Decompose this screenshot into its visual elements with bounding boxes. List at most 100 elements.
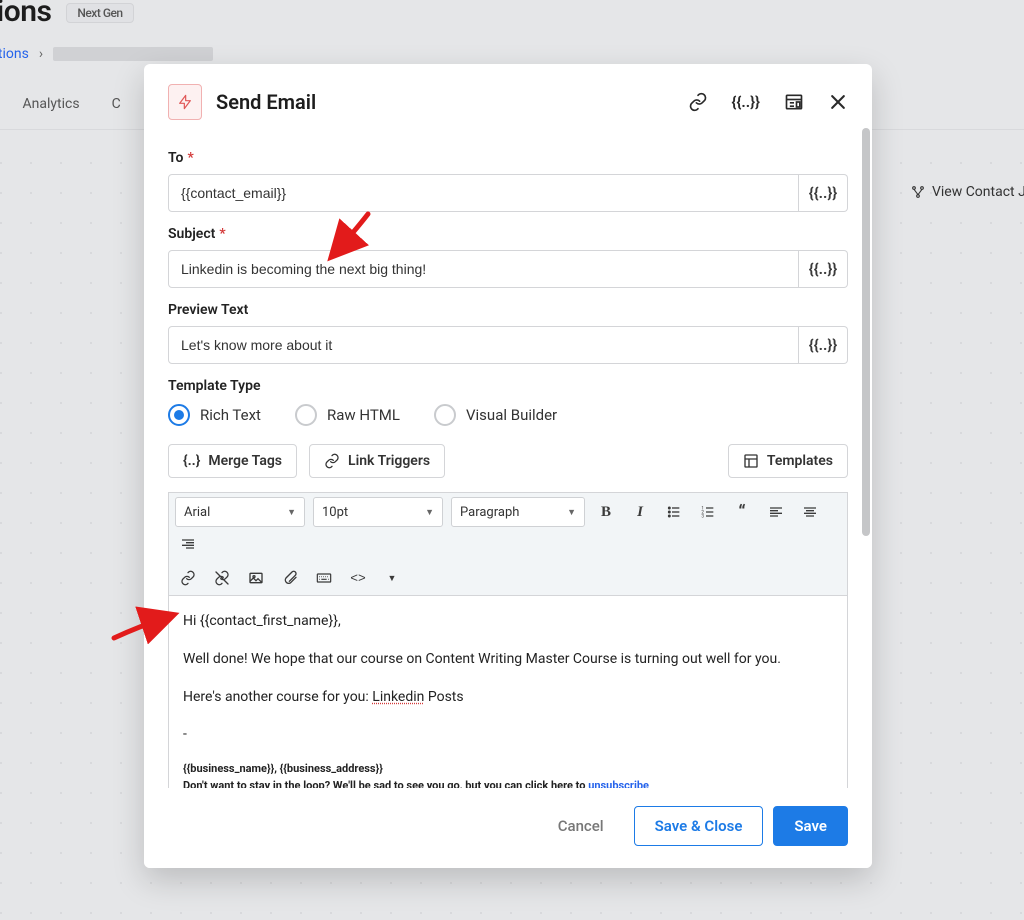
- radio-visual-builder-label: Visual Builder: [466, 406, 557, 424]
- modal-footer: Cancel Save & Close Save: [144, 788, 872, 868]
- to-input[interactable]: [168, 174, 799, 212]
- modal-title: Send Email: [216, 90, 674, 114]
- radio-checked-icon: [168, 404, 190, 426]
- blockquote-button[interactable]: “: [729, 499, 755, 525]
- required-star: *: [219, 226, 225, 242]
- save-button[interactable]: Save: [773, 806, 848, 846]
- subject-merge-tag-button[interactable]: {{..}}: [799, 250, 848, 288]
- radio-rich-text-label: Rich Text: [200, 406, 261, 424]
- more-tools-caret[interactable]: ▼: [379, 565, 405, 591]
- font-family-value: Arial: [184, 505, 210, 520]
- linkedin-word: Linkedin: [372, 689, 424, 705]
- newspaper-icon[interactable]: [784, 92, 804, 112]
- attachment-button[interactable]: [277, 565, 303, 591]
- to-merge-tag-button[interactable]: {{..}}: [799, 174, 848, 212]
- image-button[interactable]: [243, 565, 269, 591]
- email-line-3-prefix: Here's another course for you:: [183, 689, 372, 705]
- bold-button[interactable]: B: [593, 499, 619, 525]
- modal-header: Send Email {{..}}: [144, 64, 872, 130]
- breadcrumb[interactable]: omations ›: [0, 46, 213, 62]
- caret-down-icon: ▼: [567, 507, 576, 518]
- radio-unchecked-icon: [434, 404, 456, 426]
- breadcrumb-current-placeholder: [53, 47, 213, 61]
- code-view-button[interactable]: <>: [345, 565, 371, 591]
- view-contact-journey-link[interactable]: View Contact Journ: [910, 184, 1024, 200]
- align-left-button[interactable]: [763, 499, 789, 525]
- to-input-row: {{..}}: [168, 174, 848, 212]
- editor-toolbar: Arial ▼ 10pt ▼ Paragraph ▼ B I 123 “: [168, 492, 848, 595]
- editor-body[interactable]: Hi {{contact_first_name}}, Well done! We…: [168, 595, 848, 788]
- page-title-text: tomations: [0, 0, 51, 29]
- breadcrumb-link[interactable]: omations: [0, 46, 29, 62]
- merge-tag-glyph: {..}: [183, 453, 200, 469]
- subject-input[interactable]: [168, 250, 799, 288]
- bullet-list-button[interactable]: [661, 499, 687, 525]
- email-line-3: Here's another course for you: Linkedin …: [183, 686, 833, 710]
- radio-visual-builder[interactable]: Visual Builder: [434, 404, 557, 426]
- footer-line-2: Don't want to stay in the loop? We'll be…: [183, 778, 833, 788]
- template-type-label: Template Type: [168, 378, 848, 394]
- tab-other[interactable]: C: [110, 90, 123, 129]
- templates-label: Templates: [767, 453, 833, 469]
- number-list-button[interactable]: 123: [695, 499, 721, 525]
- font-size-value: 10pt: [322, 505, 348, 520]
- preview-merge-tag-button[interactable]: {{..}}: [799, 326, 848, 364]
- align-right-button[interactable]: [175, 531, 201, 557]
- next-gen-badge: Next Gen: [66, 3, 133, 23]
- radio-unchecked-icon: [295, 404, 317, 426]
- template-type-radios: Rich Text Raw HTML Visual Builder: [168, 404, 848, 426]
- scrollbar-thumb[interactable]: [862, 128, 870, 536]
- caret-down-icon: ▼: [425, 507, 434, 518]
- header-merge-tag-icon[interactable]: {{..}}: [732, 93, 760, 111]
- email-dash: -: [183, 723, 833, 747]
- required-star: *: [187, 150, 193, 166]
- scrollbar[interactable]: [861, 128, 871, 808]
- svg-text:3: 3: [701, 513, 704, 519]
- link-icon: [324, 453, 340, 469]
- email-greeting: Hi {{contact_first_name}},: [183, 610, 833, 634]
- italic-button[interactable]: I: [627, 499, 653, 525]
- block-format-select[interactable]: Paragraph ▼: [451, 497, 585, 527]
- font-size-select[interactable]: 10pt ▼: [313, 497, 443, 527]
- link-triggers-button[interactable]: Link Triggers: [309, 444, 445, 478]
- email-line-2: Well done! We hope that our course on Co…: [183, 648, 833, 672]
- footer-line-2-prefix: Don't want to stay in the loop? We'll be…: [183, 779, 588, 788]
- page-title: tomations Next Gen: [0, 0, 134, 29]
- caret-down-icon: ▼: [287, 507, 296, 518]
- to-label: To*: [168, 150, 848, 166]
- templates-icon: [743, 453, 759, 469]
- email-footer: {{business_name}}, {{business_address}} …: [183, 761, 833, 788]
- modal-header-actions: {{..}}: [688, 92, 848, 112]
- email-line-3-suffix: Posts: [424, 689, 463, 705]
- radio-rich-text[interactable]: Rich Text: [168, 404, 261, 426]
- font-family-select[interactable]: Arial ▼: [175, 497, 305, 527]
- link-icon[interactable]: [688, 92, 708, 112]
- preview-input[interactable]: [168, 326, 799, 364]
- modal-body: To* {{..}} Subject* {{..}} Preview Text …: [144, 130, 872, 788]
- view-contact-journey-text: View Contact Journ: [932, 184, 1024, 200]
- bolt-icon: [168, 84, 202, 120]
- link-triggers-label: Link Triggers: [348, 453, 430, 469]
- tab-analytics[interactable]: Analytics: [21, 90, 82, 129]
- save-and-close-button[interactable]: Save & Close: [634, 806, 764, 846]
- block-format-value: Paragraph: [460, 505, 519, 520]
- keyboard-button[interactable]: [311, 565, 337, 591]
- templates-button[interactable]: Templates: [728, 444, 848, 478]
- preview-label: Preview Text: [168, 302, 848, 318]
- radio-raw-html[interactable]: Raw HTML: [295, 404, 400, 426]
- rich-text-editor: Arial ▼ 10pt ▼ Paragraph ▼ B I 123 “: [168, 492, 848, 788]
- subject-label: Subject*: [168, 226, 848, 242]
- chevron-right-icon: ›: [39, 46, 43, 62]
- close-icon[interactable]: [828, 92, 848, 112]
- footer-line-1: {{business_name}}, {{business_address}}: [183, 761, 833, 778]
- merge-tags-button[interactable]: {..} Merge Tags: [168, 444, 297, 478]
- send-email-modal: Send Email {{..}}: [144, 64, 872, 868]
- unlink-button[interactable]: [209, 565, 235, 591]
- subject-label-text: Subject: [168, 226, 215, 242]
- radio-raw-html-label: Raw HTML: [327, 406, 400, 424]
- merge-tags-label: Merge Tags: [208, 453, 282, 469]
- unsubscribe-link[interactable]: unsubscribe: [588, 779, 649, 788]
- link-button[interactable]: [175, 565, 201, 591]
- align-center-button[interactable]: [797, 499, 823, 525]
- cancel-button[interactable]: Cancel: [538, 807, 624, 845]
